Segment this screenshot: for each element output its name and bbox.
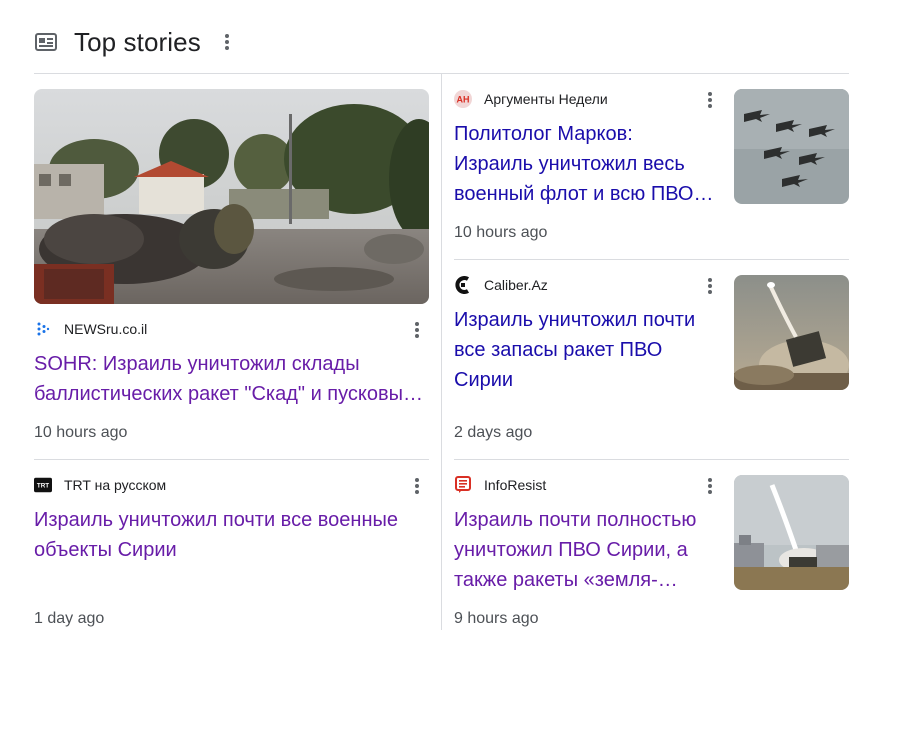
news-icon	[34, 30, 58, 54]
source-name: Caliber.Az	[484, 277, 548, 293]
story-source: TRT TRT на русском	[34, 475, 166, 495]
story-source: АН Аргументы Недели	[454, 89, 608, 109]
story-time: 10 hours ago	[454, 224, 548, 241]
more-vert-icon[interactable]	[221, 30, 233, 54]
story-divider	[34, 459, 429, 460]
trt-logo: TRT	[34, 476, 52, 494]
source-name: InfoResist	[484, 477, 547, 493]
source-name: NEWSru.co.il	[64, 321, 148, 337]
story-image[interactable]	[34, 89, 429, 304]
story-source: InfoResist	[454, 475, 546, 495]
caliber-logo	[454, 276, 472, 294]
story-thumbnail[interactable]	[734, 275, 849, 390]
svg-text:TRT: TRT	[37, 483, 49, 490]
newsru-logo	[34, 320, 52, 338]
story-headline[interactable]: SOHR: Израиль уничтожил склады баллистич…	[34, 349, 429, 409]
an-logo: АН	[454, 90, 472, 108]
story-time: 10 hours ago	[34, 424, 128, 441]
story-divider	[454, 459, 849, 460]
story-headline[interactable]: Политолог Марков: Израиль уничтожил весь…	[454, 119, 714, 209]
more-vert-icon[interactable]	[409, 318, 425, 342]
section-title: Top stories	[74, 26, 201, 57]
source-name: Аргументы Недели	[484, 91, 608, 107]
svg-text:АН: АН	[457, 95, 470, 105]
more-vert-icon[interactable]	[409, 474, 425, 498]
story-headline[interactable]: Израиль уничтожил почти все военные объе…	[34, 505, 429, 565]
story-source: Caliber.Az	[454, 275, 548, 295]
story-time: 2 days ago	[454, 424, 533, 441]
more-vert-icon[interactable]	[702, 474, 718, 498]
top-stories-header: Top stories	[34, 22, 233, 62]
more-vert-icon[interactable]	[702, 274, 718, 298]
story-headline[interactable]: Израиль уничтожил почти все запасы ракет…	[454, 305, 714, 395]
story-thumbnail[interactable]	[734, 89, 849, 204]
more-vert-icon[interactable]	[702, 88, 718, 112]
source-name: TRT на русском	[64, 477, 167, 493]
story-headline[interactable]: Израиль почти полностью уничтожил ПВО Си…	[454, 505, 714, 595]
story-thumbnail[interactable]	[734, 475, 849, 590]
story-time: 1 day ago	[34, 610, 105, 627]
inforesist-logo	[454, 476, 472, 494]
story-divider	[454, 259, 849, 260]
story-time: 9 hours ago	[454, 610, 539, 627]
story-source: NEWSru.co.il	[34, 319, 147, 339]
column-divider	[441, 74, 442, 630]
